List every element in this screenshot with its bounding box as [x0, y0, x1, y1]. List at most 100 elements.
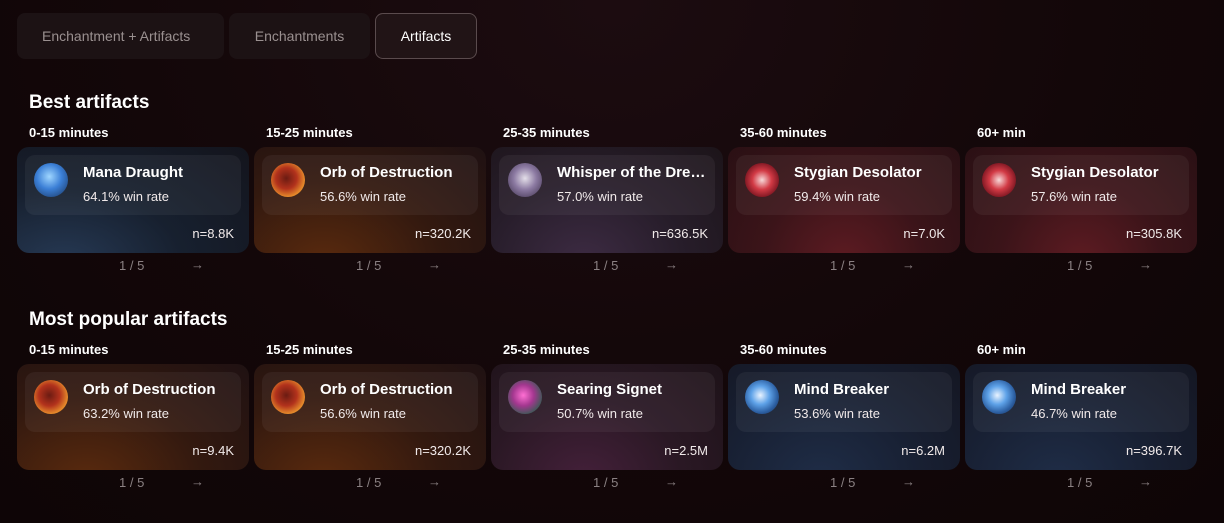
column-25-35: 25-35 minutes Searing Signet 50.7% win r… — [491, 342, 723, 496]
win-rate: 59.4% win rate — [794, 189, 880, 204]
card-pager: 1 / 5 → — [491, 253, 723, 279]
page-indicator: 1 / 5 — [1067, 258, 1093, 273]
sample-size: n=9.4K — [192, 443, 234, 458]
win-rate: 64.1% win rate — [83, 189, 169, 204]
artifact-card[interactable]: Orb of Destruction 56.6% win rate n=320.… — [254, 147, 486, 253]
orb-icon — [271, 163, 305, 197]
artifact-name: Orb of Destruction — [83, 381, 216, 398]
mind-breaker-icon — [982, 380, 1016, 414]
win-rate: 53.6% win rate — [794, 406, 880, 421]
desolator-icon — [745, 163, 779, 197]
page-indicator: 1 / 5 — [119, 475, 145, 490]
page-indicator: 1 / 5 — [830, 258, 856, 273]
artifact-name: Mind Breaker — [794, 381, 890, 398]
sample-size: n=320.2K — [414, 443, 471, 458]
orb-icon — [34, 380, 68, 414]
column-label: 60+ min — [977, 342, 1026, 357]
next-arrow-icon[interactable]: → — [191, 474, 204, 489]
sample-size: n=636.5K — [651, 226, 708, 241]
artifact-card[interactable]: Mana Draught 64.1% win rate n=8.8K — [17, 147, 249, 253]
column-0-15: 0-15 minutes Orb of Destruction 63.2% wi… — [17, 342, 249, 496]
sample-size: n=8.8K — [192, 226, 234, 241]
win-rate: 57.0% win rate — [557, 189, 643, 204]
desolator-icon — [982, 163, 1016, 197]
mind-breaker-icon — [745, 380, 779, 414]
artifact-card[interactable]: Searing Signet 50.7% win rate n=2.5M — [491, 364, 723, 470]
next-arrow-icon[interactable]: → — [428, 474, 441, 489]
view-tabs: Enchantment + Artifacts Enchantments Art… — [17, 13, 477, 59]
artifact-name: Orb of Destruction — [320, 381, 453, 398]
artifact-name: Whisper of the Dre… — [557, 164, 706, 181]
win-rate: 56.6% win rate — [320, 406, 406, 421]
column-60-plus: 60+ min Stygian Desolator 57.6% win rate… — [965, 125, 1197, 279]
next-arrow-icon[interactable]: → — [191, 257, 204, 272]
column-label: 15-25 minutes — [266, 125, 353, 140]
tab-enchantment-artifacts[interactable]: Enchantment + Artifacts — [17, 13, 224, 59]
artifact-card[interactable]: Orb of Destruction 63.2% win rate n=9.4K — [17, 364, 249, 470]
next-arrow-icon[interactable]: → — [902, 257, 915, 272]
next-arrow-icon[interactable]: → — [1139, 257, 1152, 272]
tab-enchantments[interactable]: Enchantments — [229, 13, 370, 59]
artifact-card[interactable]: Whisper of the Dre… 57.0% win rate n=636… — [491, 147, 723, 253]
column-label: 25-35 minutes — [503, 125, 590, 140]
card-pager: 1 / 5 → — [965, 253, 1197, 279]
column-15-25: 15-25 minutes Orb of Destruction 56.6% w… — [254, 125, 486, 279]
section-title: Best artifacts — [29, 92, 150, 113]
section-title: Most popular artifacts — [29, 309, 228, 330]
next-arrow-icon[interactable]: → — [1139, 474, 1152, 489]
sample-size: n=305.8K — [1125, 226, 1182, 241]
column-label: 35-60 minutes — [740, 342, 827, 357]
card-pager: 1 / 5 → — [728, 253, 960, 279]
column-label: 15-25 minutes — [266, 342, 353, 357]
card-pager: 1 / 5 → — [728, 470, 960, 496]
artifact-name: Mind Breaker — [1031, 381, 1127, 398]
sample-size: n=6.2M — [901, 443, 945, 458]
signet-icon — [508, 380, 542, 414]
next-arrow-icon[interactable]: → — [902, 474, 915, 489]
column-25-35: 25-35 minutes Whisper of the Dre… 57.0% … — [491, 125, 723, 279]
artifact-name: Orb of Destruction — [320, 164, 453, 181]
page-indicator: 1 / 5 — [830, 475, 856, 490]
artifact-name: Mana Draught — [83, 164, 184, 181]
next-arrow-icon[interactable]: → — [428, 257, 441, 272]
orb-icon — [271, 380, 305, 414]
sample-size: n=2.5M — [664, 443, 708, 458]
column-label: 35-60 minutes — [740, 125, 827, 140]
sample-size: n=7.0K — [903, 226, 945, 241]
column-label: 0-15 minutes — [29, 342, 109, 357]
column-label: 0-15 minutes — [29, 125, 109, 140]
column-label: 60+ min — [977, 125, 1026, 140]
artifact-name: Searing Signet — [557, 381, 663, 398]
column-15-25: 15-25 minutes Orb of Destruction 56.6% w… — [254, 342, 486, 496]
column-60-plus: 60+ min Mind Breaker 46.7% win rate n=39… — [965, 342, 1197, 496]
artifact-name: Stygian Desolator — [794, 164, 922, 181]
win-rate: 50.7% win rate — [557, 406, 643, 421]
card-pager: 1 / 5 → — [254, 470, 486, 496]
column-35-60: 35-60 minutes Mind Breaker 53.6% win rat… — [728, 342, 960, 496]
next-arrow-icon[interactable]: → — [665, 257, 678, 272]
page-indicator: 1 / 5 — [593, 475, 619, 490]
card-pager: 1 / 5 → — [965, 470, 1197, 496]
card-pager: 1 / 5 → — [17, 470, 249, 496]
artifact-card[interactable]: Mind Breaker 46.7% win rate n=396.7K — [965, 364, 1197, 470]
artifact-card[interactable]: Stygian Desolator 57.6% win rate n=305.8… — [965, 147, 1197, 253]
sample-size: n=396.7K — [1125, 443, 1182, 458]
potion-icon — [34, 163, 68, 197]
page-indicator: 1 / 5 — [119, 258, 145, 273]
sample-size: n=320.2K — [414, 226, 471, 241]
page-indicator: 1 / 5 — [356, 475, 382, 490]
page-indicator: 1 / 5 — [1067, 475, 1093, 490]
whisper-icon — [508, 163, 542, 197]
artifact-card[interactable]: Mind Breaker 53.6% win rate n=6.2M — [728, 364, 960, 470]
next-arrow-icon[interactable]: → — [665, 474, 678, 489]
column-label: 25-35 minutes — [503, 342, 590, 357]
card-pager: 1 / 5 → — [254, 253, 486, 279]
tab-artifacts[interactable]: Artifacts — [375, 13, 477, 59]
artifact-card[interactable]: Stygian Desolator 59.4% win rate n=7.0K — [728, 147, 960, 253]
artifact-name: Stygian Desolator — [1031, 164, 1159, 181]
column-35-60: 35-60 minutes Stygian Desolator 59.4% wi… — [728, 125, 960, 279]
win-rate: 63.2% win rate — [83, 406, 169, 421]
page-indicator: 1 / 5 — [593, 258, 619, 273]
artifact-card[interactable]: Orb of Destruction 56.6% win rate n=320.… — [254, 364, 486, 470]
win-rate: 46.7% win rate — [1031, 406, 1117, 421]
